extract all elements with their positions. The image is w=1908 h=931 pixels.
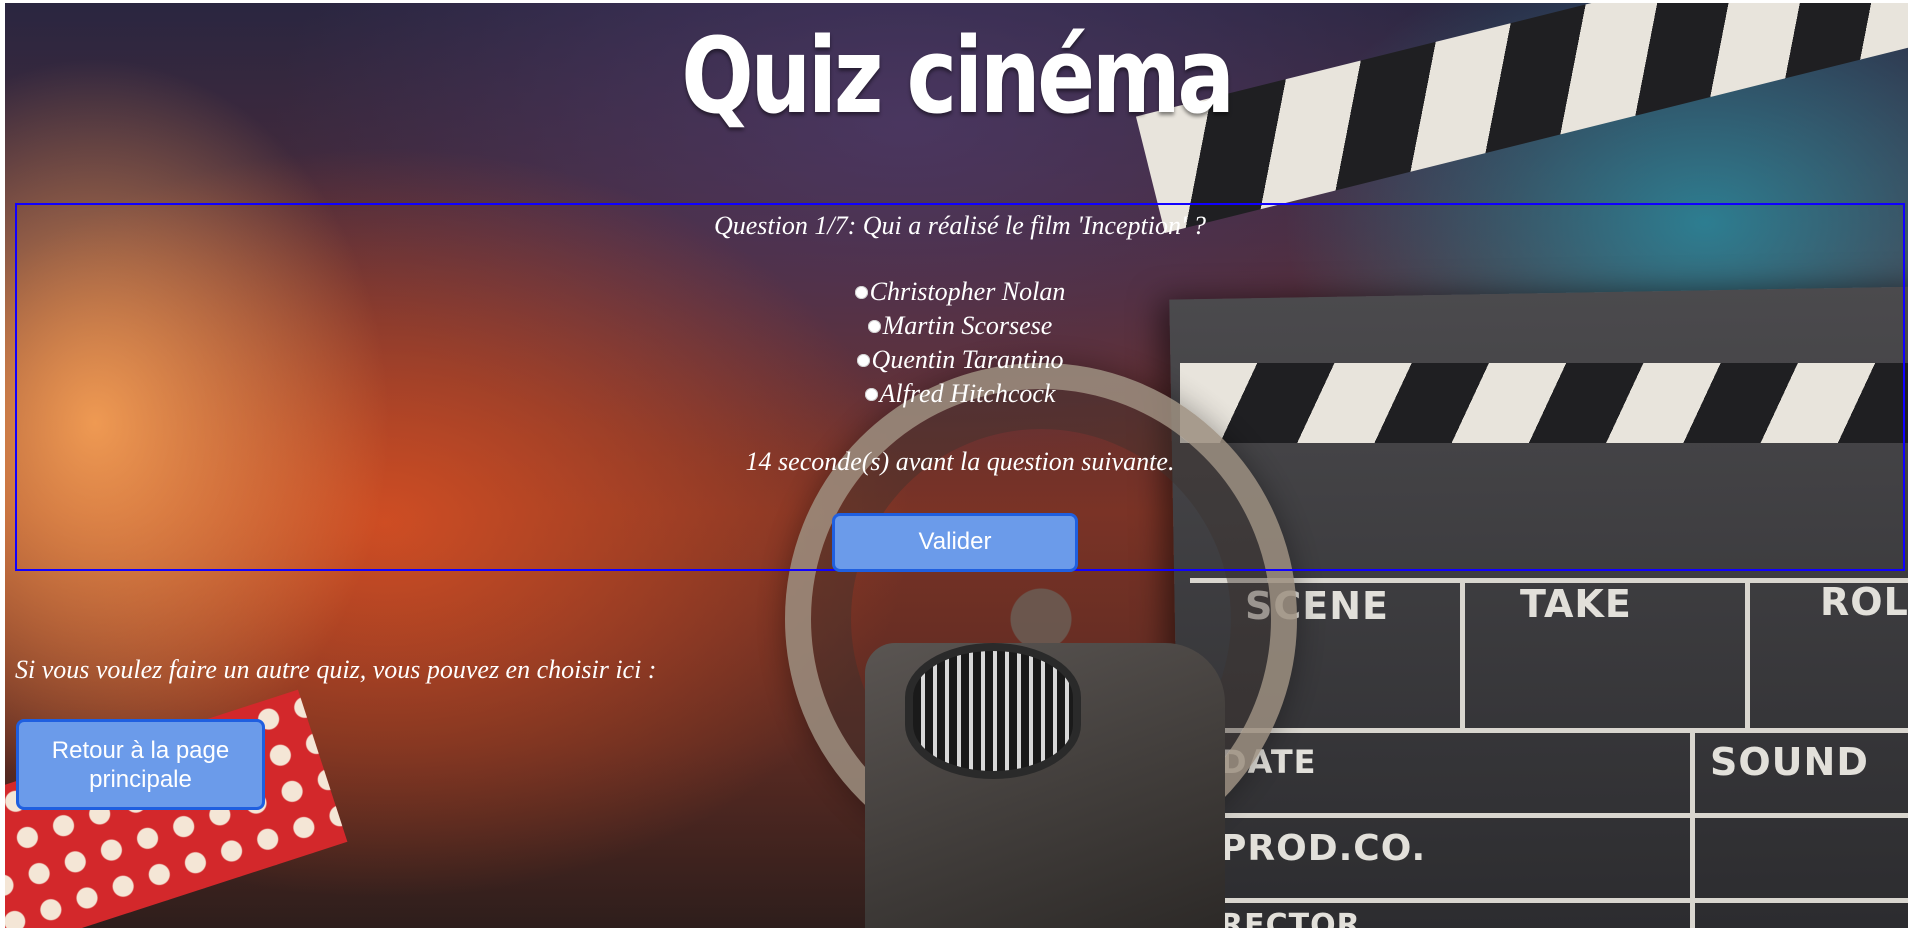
answer-option[interactable]: Martin Scorsese [17, 309, 1903, 343]
answer-option[interactable]: Christopher Nolan [17, 275, 1903, 309]
validate-button[interactable]: Valider [832, 513, 1078, 572]
answer-label: Quentin Tarantino [871, 345, 1064, 374]
answer-option[interactable]: Alfred Hitchcock [17, 377, 1903, 411]
clapperboard-grid: SCENE TAKE ROL DATE SOUND PROD.CO. RECTO… [1190, 578, 1908, 928]
clapper-label-prod: PROD.CO. [1220, 828, 1427, 869]
clapper-label-sound: SOUND [1710, 740, 1869, 784]
answer-label: Martin Scorsese [882, 311, 1053, 340]
clapper-label-director: RECTOR [1220, 908, 1361, 928]
question-text: Question 1/7: Qui a réalisé le film 'Inc… [713, 211, 1207, 240]
radio-button[interactable] [864, 387, 878, 401]
radio-button[interactable] [867, 319, 881, 333]
other-quiz-prompt: Si vous voulez faire un autre quiz, vous… [15, 655, 657, 684]
radio-button[interactable] [856, 353, 870, 367]
quiz-form: Question 1/7: Qui a réalisé le film 'Inc… [15, 203, 1905, 572]
radio-button[interactable] [854, 285, 868, 299]
answer-option[interactable]: Quentin Tarantino [17, 343, 1903, 377]
answer-label: Christopher Nolan [869, 277, 1066, 306]
clapper-label-roll: ROL [1820, 580, 1908, 624]
answer-label: Alfred Hitchcock [879, 379, 1056, 408]
clapper-label-take: TAKE [1520, 582, 1632, 626]
answer-options: Christopher Nolan Martin Scorsese Quenti… [17, 275, 1903, 411]
countdown-text: 14 seconde(s) avant la question suivante… [745, 447, 1175, 476]
page-title: Quiz cinéma [681, 15, 1235, 137]
page-background: SCENE TAKE ROL DATE SOUND PROD.CO. RECTO… [5, 3, 1908, 928]
camera-lens-decoration [905, 643, 1081, 779]
back-to-home-label: Retour à la page principale [51, 736, 230, 793]
back-to-home-button[interactable]: Retour à la page principale [16, 719, 265, 810]
